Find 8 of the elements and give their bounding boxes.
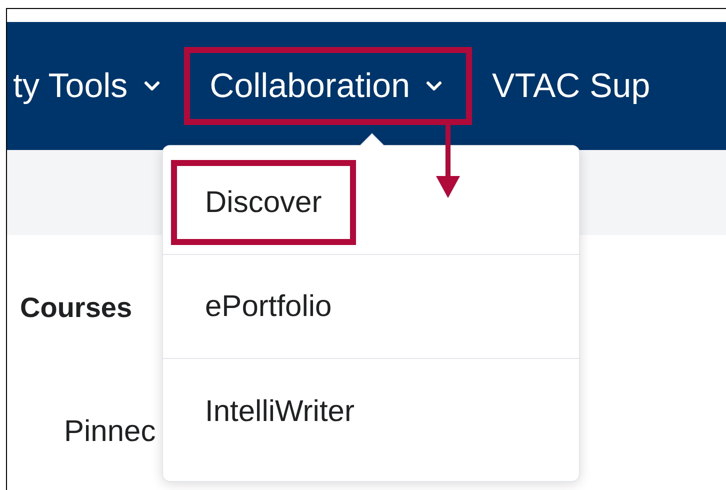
menu-item[interactable]: IntelliWriter <box>171 368 388 454</box>
nav-item[interactable]: ty Tools <box>7 47 170 125</box>
menu-item[interactable]: ePortfolio <box>171 264 366 349</box>
section-heading: Courses <box>20 291 132 325</box>
course-row-label: Pinnec <box>64 414 156 450</box>
nav-item[interactable]: VTAC Sup <box>486 47 656 125</box>
nav-item[interactable]: Collaboration <box>184 47 472 125</box>
menu-item[interactable]: Discover <box>171 160 356 245</box>
